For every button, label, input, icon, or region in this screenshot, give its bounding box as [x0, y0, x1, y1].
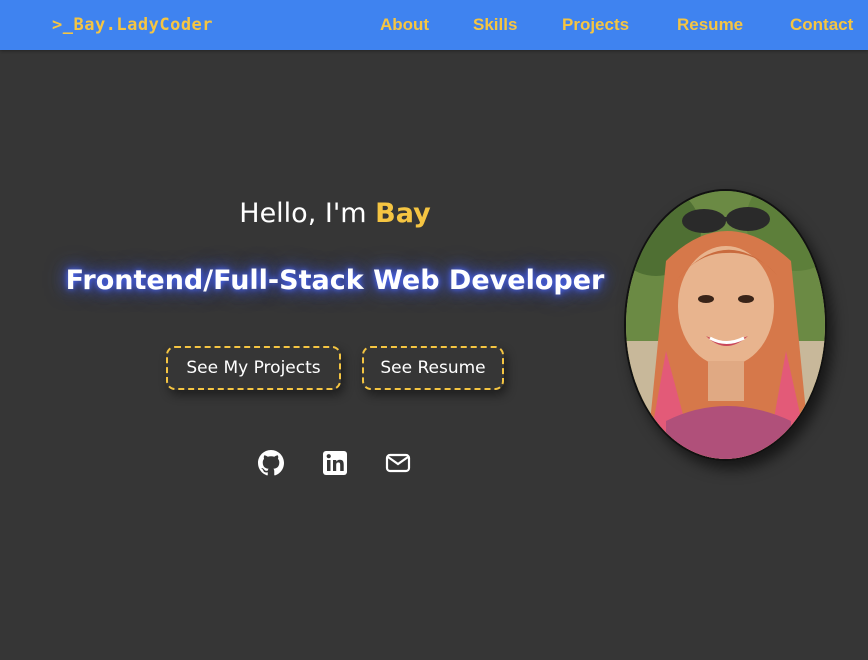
- envelope-icon[interactable]: [385, 450, 411, 476]
- brand-logo-link[interactable]: >_Bay.LadyCoder: [52, 0, 213, 50]
- hero-title: Frontend/Full-Stack Web Developer: [65, 265, 605, 296]
- linkedin-icon[interactable]: [322, 450, 348, 476]
- see-resume-button[interactable]: See Resume: [362, 346, 504, 390]
- nav-link-resume[interactable]: Resume: [677, 0, 743, 50]
- hero-greeting: Hello, I'm Bay: [0, 198, 670, 229]
- nav-link-projects[interactable]: Projects: [562, 0, 629, 50]
- nav-link-about[interactable]: About: [380, 0, 429, 50]
- github-icon[interactable]: [258, 450, 284, 476]
- profile-photo: [624, 189, 827, 461]
- navbar: >_Bay.LadyCoder About Skills Projects Re…: [0, 0, 868, 50]
- nav-link-contact[interactable]: Contact: [790, 0, 853, 50]
- nav-link-skills[interactable]: Skills: [473, 0, 517, 50]
- greeting-text: Hello, I'm: [239, 198, 376, 229]
- see-projects-button[interactable]: See My Projects: [166, 346, 341, 390]
- hero-name: Bay: [375, 198, 431, 229]
- portrait-illustration: [626, 191, 825, 459]
